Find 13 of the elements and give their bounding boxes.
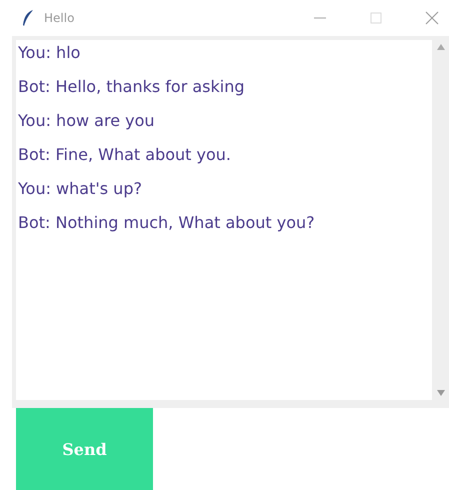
chat-message: You: hlo (18, 42, 82, 63)
chat-message: You: how are you (18, 110, 156, 131)
chat-message: Bot: Fine, What about you. (18, 144, 232, 165)
chat-message: You: what's up? (18, 178, 143, 199)
window-title: Hello (44, 11, 76, 25)
scroll-up-icon[interactable] (436, 44, 444, 50)
feather-icon (22, 10, 34, 26)
chat-message: Bot: Nothing much, What about you? (18, 212, 316, 233)
send-button[interactable]: Send (16, 408, 153, 490)
maximize-icon[interactable] (369, 11, 383, 25)
chat-message: Bot: Hello, thanks for asking (18, 76, 246, 97)
scroll-down-icon[interactable] (436, 390, 444, 396)
close-icon[interactable] (425, 11, 439, 25)
